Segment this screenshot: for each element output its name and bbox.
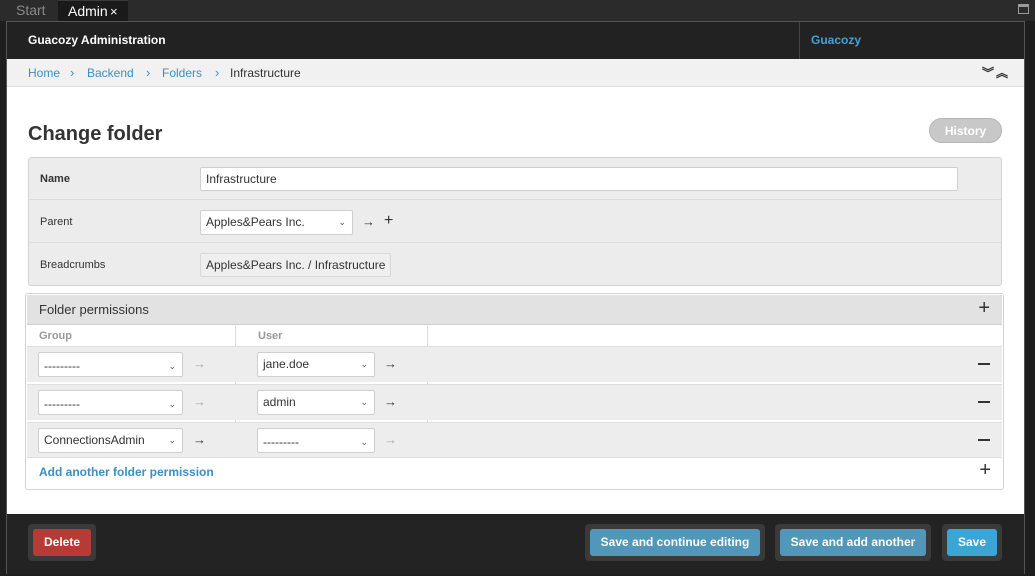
chevron-down-icon: ⌄ (360, 437, 368, 447)
remove-icon[interactable] (978, 439, 990, 441)
breadcrumb-current: Infrastructure (230, 66, 301, 80)
remove-icon[interactable] (978, 401, 990, 403)
breadcrumb-home[interactable]: Home (28, 66, 60, 80)
user-select-value: admin (263, 395, 296, 409)
tab-admin-label: Admin (68, 3, 108, 19)
permission-row: --------- ⌄ → admin ⌄ → (27, 384, 1002, 420)
collapse-expand-icon[interactable]: ︾︽ (982, 59, 1010, 87)
group-select-value: ConnectionsAdmin (44, 433, 145, 447)
column-user: User (258, 330, 283, 342)
submit-row: Delete Save and continue editing Save an… (7, 514, 1024, 574)
user-tools: Guacozy (799, 22, 1024, 59)
breadcrumb: Home › Backend › Folders › Infrastructur… (7, 59, 1024, 87)
group-select[interactable]: ConnectionsAdmin ⌄ (38, 428, 183, 453)
folder-fieldset: Name Infrastructure Parent Apples&Pears … (28, 157, 1002, 286)
name-row: Name Infrastructure (29, 158, 1001, 200)
permissions-header: Folder permissions + (27, 295, 1002, 325)
close-icon[interactable]: × (110, 1, 118, 22)
admin-frame: Guacozy Administration Guacozy Home › Ba… (6, 21, 1025, 574)
group-select[interactable]: --------- ⌄ (38, 352, 183, 377)
add-icon[interactable]: + (384, 212, 393, 230)
add-icon[interactable]: + (979, 459, 991, 482)
chevron-down-icon: ⌄ (168, 435, 176, 445)
chevron-down-icon: ⌄ (338, 217, 346, 227)
parent-row: Parent Apples&Pears Inc. ⌄ → + (29, 201, 1001, 243)
history-button[interactable]: History (929, 118, 1002, 143)
arrow-right-icon[interactable]: → (193, 432, 206, 447)
save-button-label: Save (947, 529, 997, 556)
column-group: Group (39, 330, 72, 342)
breadcrumb-backend[interactable]: Backend (87, 66, 134, 80)
window-icon[interactable] (1018, 4, 1029, 14)
user-select[interactable]: jane.doe ⌄ (257, 352, 375, 377)
arrow-right-icon: → (193, 394, 206, 409)
breadcrumbs-row: Breadcrumbs Apples&Pears Inc. / Infrastr… (29, 244, 1001, 286)
breadcrumb-separator-icon: › (70, 65, 75, 80)
chevron-down-icon: ⌄ (360, 359, 368, 369)
name-label: Name (40, 173, 70, 185)
remove-icon[interactable] (978, 363, 990, 365)
chevron-down-icon: ⌄ (360, 397, 368, 407)
user-select[interactable]: --------- ⌄ (257, 428, 375, 453)
user-select[interactable]: admin ⌄ (257, 390, 375, 415)
save-add-another-label: Save and add another (780, 529, 926, 556)
arrow-right-icon[interactable]: → (384, 394, 397, 409)
permission-row: --------- ⌄ → jane.doe ⌄ → (27, 346, 1002, 382)
breadcrumbs-value: Apples&Pears Inc. / Infrastructure (200, 253, 392, 277)
save-add-another-button[interactable]: Save and add another (775, 524, 931, 561)
folder-permissions: Folder permissions + Group User --------… (25, 293, 1004, 490)
parent-select[interactable]: Apples&Pears Inc. ⌄ (200, 210, 353, 235)
parent-select-value: Apples&Pears Inc. (206, 215, 305, 229)
arrow-right-icon[interactable]: → (362, 214, 375, 229)
save-button[interactable]: Save (942, 524, 1002, 561)
tab-bar: Start Admin × (0, 0, 1035, 21)
header: Guacozy Administration Guacozy (7, 22, 1024, 59)
permissions-title: Folder permissions (39, 302, 149, 317)
user-link[interactable]: Guacozy (811, 22, 861, 59)
parent-label: Parent (40, 216, 73, 228)
save-continue-button[interactable]: Save and continue editing (585, 524, 765, 561)
chevron-down-icon: ⌄ (168, 399, 176, 409)
chevron-down-icon: ⌄ (168, 361, 176, 371)
group-select-value: --------- (44, 359, 80, 373)
page-title: Change folder (28, 123, 163, 145)
user-select-value: --------- (263, 435, 299, 449)
delete-button[interactable]: Delete (28, 524, 96, 561)
breadcrumb-separator-icon: › (146, 65, 151, 80)
breadcrumb-separator-icon: › (215, 65, 220, 80)
breadcrumb-folders[interactable]: Folders (162, 66, 202, 80)
user-select-value: jane.doe (263, 357, 310, 371)
delete-button-label: Delete (33, 529, 91, 556)
add-permission-link[interactable]: Add another folder permission (39, 465, 214, 479)
permission-row: ConnectionsAdmin ⌄ → --------- ⌄ → (27, 422, 1002, 458)
arrow-right-icon[interactable]: → (384, 356, 397, 371)
name-input[interactable]: Infrastructure (200, 167, 958, 191)
group-select[interactable]: --------- ⌄ (38, 390, 183, 415)
tab-admin[interactable]: Admin × (58, 0, 128, 21)
tab-start[interactable]: Start (6, 0, 60, 21)
arrow-right-icon: → (384, 432, 397, 447)
site-title: Guacozy Administration (28, 33, 166, 47)
add-icon[interactable]: + (978, 297, 990, 320)
arrow-right-icon: → (193, 356, 206, 371)
save-continue-label: Save and continue editing (590, 529, 760, 556)
breadcrumbs-label: Breadcrumbs (40, 259, 106, 271)
group-select-value: --------- (44, 397, 80, 411)
